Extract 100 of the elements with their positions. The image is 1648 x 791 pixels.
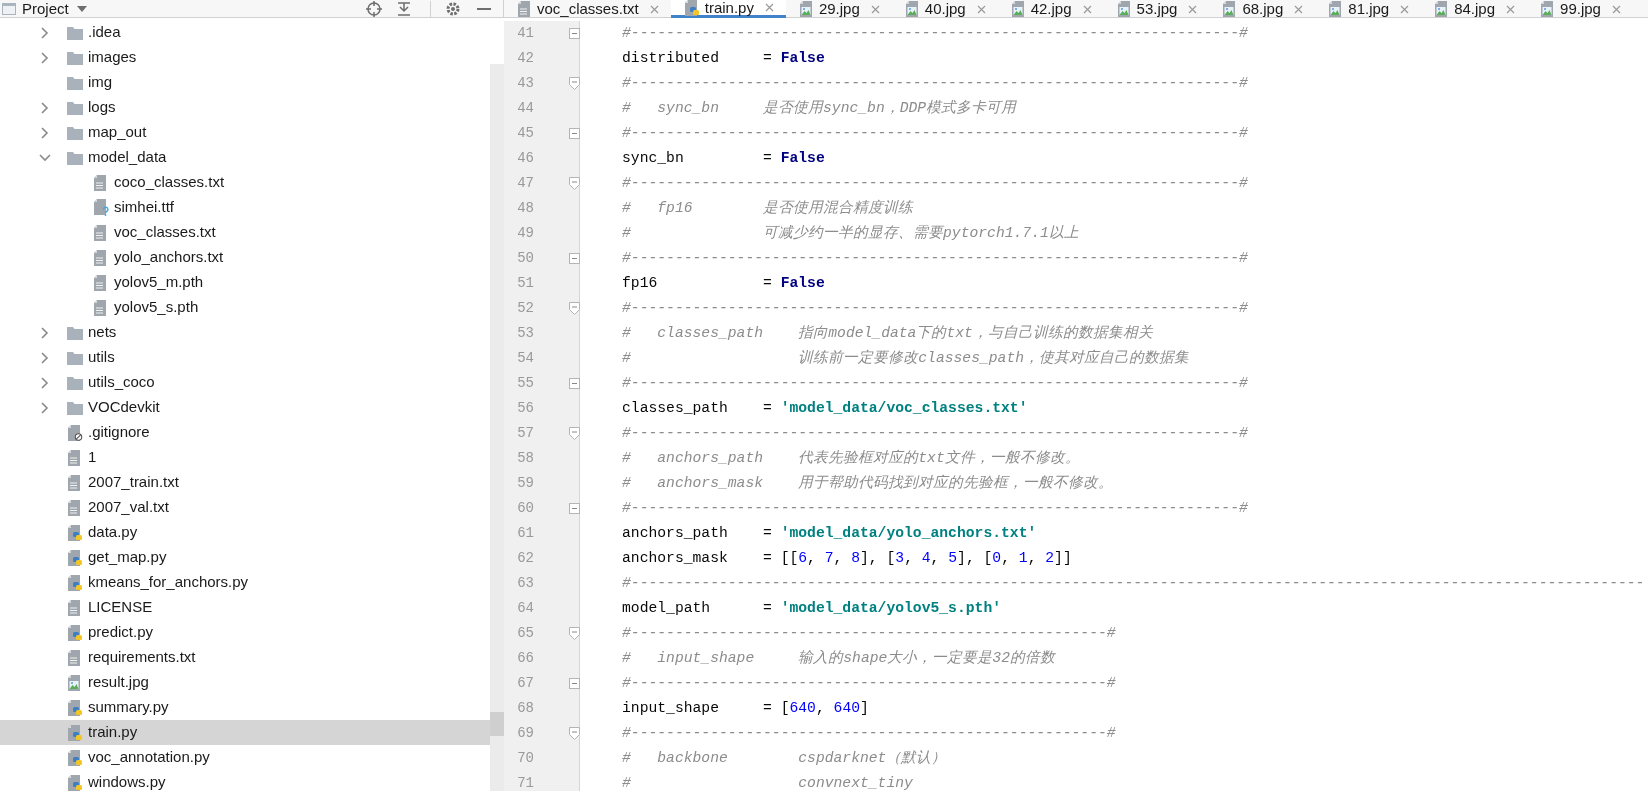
tree-item[interactable]: voc_annotation.py: [0, 745, 490, 770]
file-name: images: [88, 47, 137, 68]
folder-icon: [67, 325, 83, 340]
tree-item[interactable]: img: [0, 70, 490, 95]
code-line: #---------------------------------------------------------------------#: [621, 424, 1248, 444]
code-line: sync_bn = False: [621, 149, 825, 169]
tree-item[interactable]: data.py: [0, 520, 490, 545]
fold-start-icon[interactable]: [568, 177, 580, 190]
line-number: 59: [516, 474, 534, 493]
python-file-icon: [67, 524, 83, 541]
editor-tab[interactable]: 84.jpg: [1421, 0, 1528, 18]
editor-tab[interactable]: 53.jpg: [1103, 0, 1210, 18]
editor-tab[interactable]: 81.jpg: [1315, 0, 1422, 18]
code-line: #------------------------------------------------------#: [621, 624, 1116, 644]
fold-end-icon[interactable]: [568, 503, 580, 514]
tree-item[interactable]: utils: [0, 345, 490, 370]
folder-icon: [67, 100, 83, 115]
tree-item[interactable]: .idea: [0, 20, 490, 45]
scrollbar-thumb[interactable]: [490, 712, 504, 736]
editor-tab[interactable]: voc_classes.txt: [504, 0, 671, 18]
line-number: 48: [516, 199, 534, 218]
file-name: map_out: [88, 122, 147, 143]
line-number: 47: [516, 174, 534, 193]
tree-item[interactable]: voc_classes.txt: [0, 220, 490, 245]
fold-start-icon[interactable]: [568, 302, 580, 315]
tree-item[interactable]: utils_coco: [0, 370, 490, 395]
tree-item[interactable]: LICENSE: [0, 595, 490, 620]
editor-tab[interactable]: 42.jpg: [997, 0, 1104, 18]
code-line: #---------------------------------------------------------------------#: [621, 124, 1248, 144]
close-icon[interactable]: [870, 4, 880, 14]
close-icon[interactable]: [1400, 4, 1410, 14]
tree-item[interactable]: train.py: [0, 720, 490, 745]
file-name: summary.py: [88, 697, 169, 718]
close-icon[interactable]: [1611, 4, 1621, 14]
text-file-icon: [68, 649, 82, 666]
code-line: # classes_path 指向model_data下的txt，与自己训练的数据集相关: [621, 324, 1153, 344]
tree-item[interactable]: simhei.ttf: [0, 195, 490, 220]
line-number: 67: [516, 674, 534, 693]
fold-start-icon[interactable]: [568, 627, 580, 640]
tree-item[interactable]: logs: [0, 95, 490, 120]
editor-tab[interactable]: train.py: [670, 0, 786, 18]
file-name: voc_annotation.py: [88, 747, 210, 768]
target-icon[interactable]: [366, 0, 382, 17]
tree-item[interactable]: 1: [0, 445, 490, 470]
close-icon[interactable]: [1506, 4, 1516, 14]
tree-item[interactable]: requirements.txt: [0, 645, 490, 670]
tree-item[interactable]: result.jpg: [0, 670, 490, 695]
fold-start-icon[interactable]: [568, 727, 580, 740]
tree-item[interactable]: model_data: [0, 145, 490, 170]
close-icon[interactable]: [1294, 4, 1304, 14]
tree-item[interactable]: predict.py: [0, 620, 490, 645]
tree-item[interactable]: VOCdevkit: [0, 395, 490, 420]
tree-item[interactable]: yolo_anchors.txt: [0, 245, 490, 270]
panel-title: Project: [22, 0, 69, 18]
tree-item[interactable]: windows.py: [0, 770, 490, 791]
file-name: yolo_anchors.txt: [114, 247, 224, 268]
code-line: #------------------------------------------------------#: [621, 724, 1116, 744]
fold-start-icon[interactable]: [568, 77, 580, 90]
tree-item[interactable]: kmeans_for_anchors.py: [0, 570, 490, 595]
tree-item[interactable]: coco_classes.txt: [0, 170, 490, 195]
editor-tab[interactable]: 68.jpg: [1209, 0, 1316, 18]
tree-item[interactable]: map_out: [0, 120, 490, 145]
fold-end-icon[interactable]: [568, 128, 580, 139]
line-number: 51: [516, 274, 534, 293]
close-icon[interactable]: [1188, 4, 1198, 14]
fold-end-icon[interactable]: [568, 378, 580, 389]
tree-item[interactable]: nets: [0, 320, 490, 345]
tree-item[interactable]: 2007_train.txt: [0, 470, 490, 495]
file-name: kmeans_for_anchors.py: [88, 572, 249, 593]
close-icon[interactable]: [764, 3, 774, 12]
tree-item[interactable]: 2007_val.txt: [0, 495, 490, 520]
close-icon[interactable]: [649, 4, 659, 14]
file-name: VOCdevkit: [88, 397, 160, 418]
tree-item[interactable]: summary.py: [0, 695, 490, 720]
close-icon[interactable]: [1082, 4, 1092, 14]
minimize-icon[interactable]: [477, 7, 491, 10]
text-file-icon: [94, 299, 108, 316]
tree-item[interactable]: images: [0, 45, 490, 70]
file-name: yolov5_s.pth: [114, 297, 199, 318]
tree-item[interactable]: yolov5_m.pth: [0, 270, 490, 295]
caret-icon[interactable]: [76, 5, 87, 12]
file-name: requirements.txt: [88, 647, 196, 668]
fold-end-icon[interactable]: [568, 678, 580, 689]
code-line: # input_shape 输入的shape大小，一定要是32的倍数: [621, 648, 1055, 669]
fold-start-icon[interactable]: [568, 427, 580, 440]
editor-tab[interactable]: 99.jpg: [1527, 0, 1633, 18]
settings-icon[interactable]: [445, 0, 461, 17]
tree-item[interactable]: get_map.py: [0, 545, 490, 570]
line-number: 50: [516, 249, 534, 268]
tree-item[interactable]: .gitignore: [0, 420, 490, 445]
fold-end-icon[interactable]: [568, 28, 580, 39]
file-name: voc_classes.txt: [114, 222, 216, 243]
editor-tab[interactable]: 29.jpg: [785, 0, 892, 18]
close-icon[interactable]: [976, 4, 986, 14]
editor-tab[interactable]: 40.jpg: [891, 0, 998, 18]
tree-item[interactable]: yolov5_s.pth: [0, 295, 490, 320]
line-number: 56: [516, 399, 534, 418]
collapse-icon[interactable]: [396, 0, 412, 17]
text-file-icon: [68, 474, 82, 491]
fold-end-icon[interactable]: [568, 253, 580, 264]
